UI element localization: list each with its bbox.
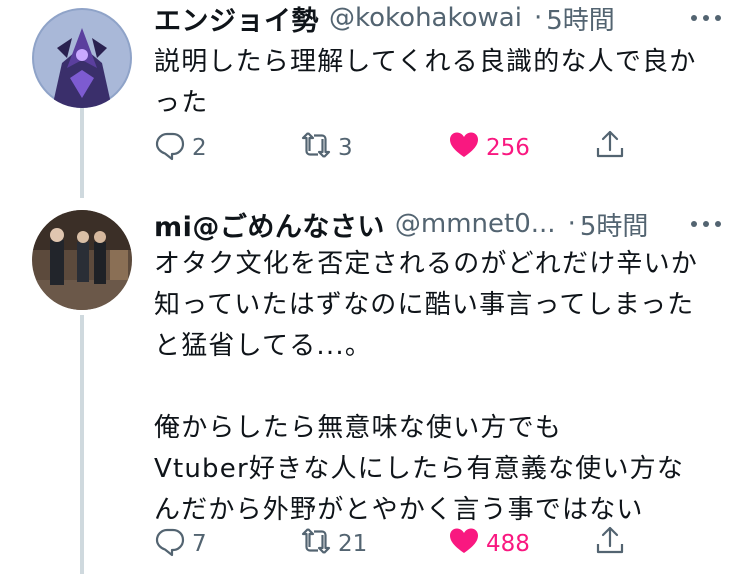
user-handle[interactable]: @kokohakowai (329, 3, 522, 33)
separator: · (567, 209, 576, 239)
retweet-button[interactable]: 21 (300, 526, 367, 562)
tweet-text-line: 知っていたはずなのに酷い事言ってしまった (154, 290, 695, 320)
reply-count: 7 (192, 531, 207, 557)
tweet-text-line: んだから外野がとやかく言う事ではない (154, 495, 644, 525)
like-button[interactable]: 256 (448, 130, 530, 166)
share-button[interactable] (594, 130, 626, 166)
more-icon[interactable] (688, 206, 724, 242)
display-name[interactable]: エンジョイ勢 (154, 0, 319, 38)
tweet-text: オタク文化を否定されるのがどれだけ辛いか 知っていたはずなのに酷い事言ってしまっ… (154, 244, 734, 531)
heart-icon (448, 129, 480, 167)
reply-button[interactable]: 2 (154, 130, 207, 166)
tweet-text-line: った (154, 88, 209, 118)
tweet[interactable]: mi@ごめんなさい @mmnet0... · 5時間 オタク文化を否定されるのが… (0, 200, 750, 574)
tweet-text-line: と猛省してる...。 (154, 331, 373, 361)
like-count: 256 (486, 135, 530, 161)
like-count: 488 (486, 531, 530, 557)
separator: · (533, 3, 543, 33)
share-button[interactable] (594, 526, 626, 562)
reply-count: 2 (192, 135, 207, 161)
timestamp[interactable]: 5時間 (546, 0, 615, 37)
tweet-text-line: オタク文化を否定されるのがどれだけ辛いか (154, 249, 699, 279)
retweet-count: 21 (338, 531, 368, 557)
timestamp[interactable]: 5時間 (580, 206, 649, 243)
retweet-icon (300, 525, 332, 563)
tweet-text: 説明したら理解してくれる良識的な人で良か った (154, 42, 734, 124)
reply-icon (154, 525, 186, 563)
tweet-text-line: 説明したら理解してくれる良識的な人で良か (154, 47, 697, 77)
tweet-text-line: Vtuber好きな人にしたら有意義な使い方な (154, 454, 685, 484)
share-icon (594, 129, 626, 167)
user-handle[interactable]: @mmnet0... (395, 209, 556, 239)
avatar[interactable] (32, 8, 132, 108)
heart-icon (448, 525, 480, 563)
display-name[interactable]: mi@ごめんなさい (154, 205, 385, 244)
retweet-icon (300, 129, 332, 167)
retweet-button[interactable]: 3 (300, 130, 353, 166)
tweet-actions: 7 21 488 (154, 526, 750, 562)
more-icon[interactable] (688, 0, 724, 36)
like-button[interactable]: 488 (448, 526, 530, 562)
tweet-header: mi@ごめんなさい @mmnet0... · 5時間 (154, 204, 730, 244)
reply-icon (154, 129, 186, 167)
share-icon (594, 525, 626, 563)
tweet-actions: 2 3 256 (154, 130, 750, 166)
avatar[interactable] (32, 210, 132, 310)
tweet-header: エンジョイ勢 @kokohakowai · 5時間 (154, 0, 730, 38)
tweet[interactable]: エンジョイ勢 @kokohakowai · 5時間 説明したら理解してくれる良識… (0, 0, 750, 200)
tweet-text-line: 俺からしたら無意味な使い方でも (154, 413, 563, 443)
tweet-text-line (154, 367, 734, 408)
reply-button[interactable]: 7 (154, 526, 207, 562)
retweet-count: 3 (338, 135, 353, 161)
